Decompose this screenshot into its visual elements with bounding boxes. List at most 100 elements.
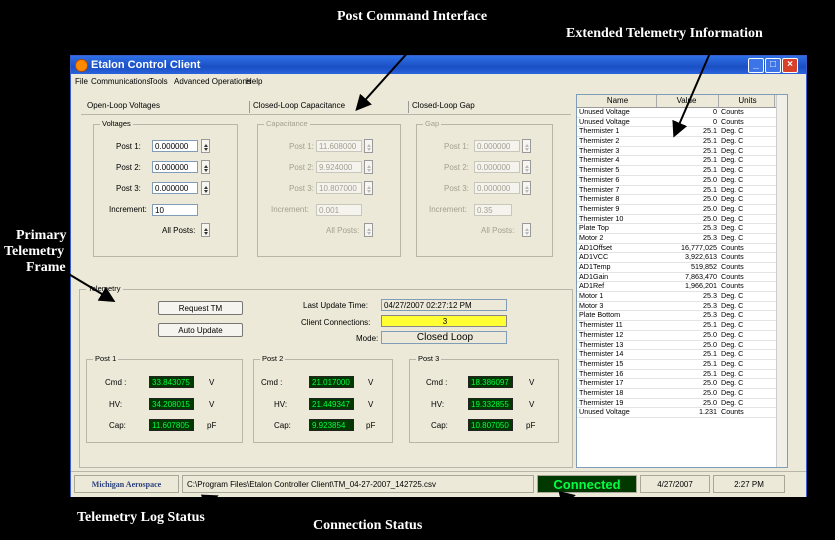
grid-row[interactable]: AD1Offset 16,777,025 Counts [577, 243, 787, 254]
grid-row[interactable]: Thermister 1 25.1 Deg. C [577, 126, 787, 138]
post1-hv-value: 34.208015 [149, 398, 194, 410]
grid-cell-name: Thermister 19 [579, 398, 624, 407]
grid-row[interactable]: Thermister 4 25.1 Deg. C [577, 156, 787, 167]
tab-open-loop-voltages[interactable]: Open-Loop Voltages [87, 101, 160, 113]
grid-row[interactable]: Thermister 9 25.0 Deg. C [577, 204, 787, 215]
grid-cell-units: Counts [721, 407, 744, 417]
voltages-post1-input[interactable]: 0.000000 [152, 140, 198, 152]
grid-row[interactable]: Plate Bottom 25.3 Deg. C [577, 311, 787, 322]
status-time: 2:27 PM [713, 475, 785, 493]
grid-cell-value: 25.1 [703, 349, 717, 359]
grid-row[interactable]: Thermister 2 25.1 Deg. C [577, 136, 787, 147]
menu-file[interactable]: File [75, 77, 88, 86]
menu-help[interactable]: Help [246, 77, 262, 86]
grid-row[interactable]: Thermister 5 25.1 Deg. C [577, 165, 787, 176]
grid-cell-units: Deg. C [721, 300, 744, 310]
capacitance-post3-spinner[interactable] [364, 181, 373, 195]
grid-row[interactable]: Thermister 10 25.0 Deg. C [577, 214, 787, 225]
grid-row[interactable]: Unused Voltage 1.231 Counts [577, 408, 787, 418]
grid-cell-name: AD1VCC [579, 253, 609, 262]
voltages-post1-label: Post 1: [116, 142, 141, 151]
grid-cell-value: 0 [713, 116, 717, 126]
gap-post1-spinner[interactable] [522, 139, 531, 153]
grid-row[interactable]: Thermister 14 25.1 Deg. C [577, 349, 787, 360]
gap-increment-input[interactable]: 0.35 [474, 204, 512, 216]
gap-post3-input[interactable]: 0.000000 [474, 182, 520, 194]
grid-row[interactable]: AD1Ref 1,966,201 Counts [577, 282, 787, 293]
grid-row[interactable]: Thermister 15 25.1 Deg. C [577, 358, 787, 370]
post3-cap-unit: pF [526, 421, 536, 430]
grid-row[interactable]: Thermister 7 25.1 Deg. C [577, 185, 787, 196]
capacitance-all-posts-spinner[interactable] [364, 223, 373, 237]
voltages-increment-input[interactable]: 10 [152, 204, 198, 216]
grid-row[interactable]: Thermister 17 25.0 Deg. C [577, 379, 787, 389]
voltages-post1-spinner[interactable] [201, 139, 210, 153]
grid-row[interactable]: AD1VCC 3,922,613 Counts [577, 253, 787, 263]
close-button[interactable]: × [782, 58, 798, 73]
voltages-all-posts-spinner[interactable] [201, 223, 210, 237]
grid-row[interactable]: Thermister 18 25.0 Deg. C [577, 387, 787, 399]
request-tm-button[interactable]: Request TM [158, 301, 243, 315]
post1-hv-unit: V [209, 400, 215, 409]
grid-scrollbar[interactable] [776, 95, 787, 467]
capacitance-post1-input[interactable]: 11.608000 [316, 140, 362, 152]
grid-header-name[interactable]: Name [577, 95, 657, 107]
minimize-button[interactable]: _ [748, 58, 764, 73]
grid-row[interactable]: AD1Gain 7,863,470 Counts [577, 272, 787, 283]
grid-cell-value: 25.1 [703, 126, 717, 136]
gap-post2-spinner[interactable] [522, 160, 531, 174]
grid-header: Name Value Units [577, 95, 787, 108]
maximize-button[interactable]: □ [765, 58, 781, 73]
grid-cell-value: 25.1 [703, 358, 717, 368]
grid-row[interactable]: Thermister 12 25.0 Deg. C [577, 330, 787, 341]
menu-advanced-operations[interactable]: Advanced Operations [174, 77, 251, 86]
grid-cell-units: Deg. C [721, 387, 744, 397]
grid-row[interactable]: Thermister 11 25.1 Deg. C [577, 320, 787, 331]
voltages-post3-input[interactable]: 0.000000 [152, 182, 198, 194]
grid-cell-value: 25.1 [703, 145, 717, 155]
tab-closed-loop-capacitance[interactable]: Closed-Loop Capacitance [249, 101, 345, 113]
grid-header-units[interactable]: Units [719, 95, 775, 107]
capacitance-post2-input[interactable]: 9.924000 [316, 161, 362, 173]
menu-tools[interactable]: Tools [149, 77, 168, 86]
tab-closed-loop-gap[interactable]: Closed-Loop Gap [408, 101, 475, 113]
grid-row[interactable]: Motor 3 25.3 Deg. C [577, 300, 787, 312]
voltages-post2-input[interactable]: 0.000000 [152, 161, 198, 173]
capacitance-increment-input[interactable]: 0.001 [316, 204, 362, 216]
voltages-post3-spinner[interactable] [201, 181, 210, 195]
tab-strip-line [81, 114, 571, 115]
grid-row[interactable]: Motor 1 25.3 Deg. C [577, 291, 787, 302]
post3-hv-label: HV: [431, 400, 445, 409]
menu-communications[interactable]: Communications [91, 77, 151, 86]
grid-row[interactable]: Thermister 19 25.0 Deg. C [577, 398, 787, 409]
grid-row[interactable]: Thermister 16 25.1 Deg. C [577, 369, 787, 380]
grid-cell-units: Deg. C [721, 378, 744, 388]
grid-cell-value: 25.3 [703, 300, 717, 310]
voltages-post2-spinner[interactable] [201, 160, 210, 174]
grid-row[interactable]: Thermister 3 25.1 Deg. C [577, 145, 787, 157]
grid-header-value[interactable]: Value [657, 95, 719, 107]
telemetry-grid[interactable]: Name Value Units Unused Voltage 0 Counts Un… [576, 94, 788, 468]
capacitance-post2-spinner[interactable] [364, 160, 373, 174]
grid-row[interactable]: Plate Top 25.3 Deg. C [577, 224, 787, 234]
gap-post3-spinner[interactable] [522, 181, 531, 195]
capacitance-post1-spinner[interactable] [364, 139, 373, 153]
post2-hv-label: HV: [274, 400, 288, 409]
grid-row[interactable]: AD1Temp 519,852 Counts [577, 262, 787, 273]
grid-row[interactable]: Thermister 13 25.0 Deg. C [577, 340, 787, 351]
gap-post2-input[interactable]: 0.000000 [474, 161, 520, 173]
gap-post1-input[interactable]: 0.000000 [474, 140, 520, 152]
arrow-connection-status [457, 490, 576, 524]
grid-row[interactable]: Unused Voltage 0 Counts [577, 116, 787, 128]
grid-row[interactable]: Unused Voltage 0 Counts [577, 107, 787, 118]
annotation-primary-line3: Frame [26, 260, 66, 275]
gap-all-posts-spinner[interactable] [522, 223, 531, 237]
grid-row[interactable]: Thermister 8 25.0 Deg. C [577, 194, 787, 205]
capacitance-post3-input[interactable]: 10.807000 [316, 182, 362, 194]
auto-update-button[interactable]: Auto Update [158, 323, 243, 337]
grid-cell-units: Deg. C [721, 232, 744, 242]
post2-cmd-value: 21.017000 [309, 376, 354, 388]
grid-cell-name: Motor 3 [579, 301, 604, 310]
app-icon [75, 59, 88, 72]
grid-row[interactable]: Thermister 6 25.0 Deg. C [577, 175, 787, 186]
